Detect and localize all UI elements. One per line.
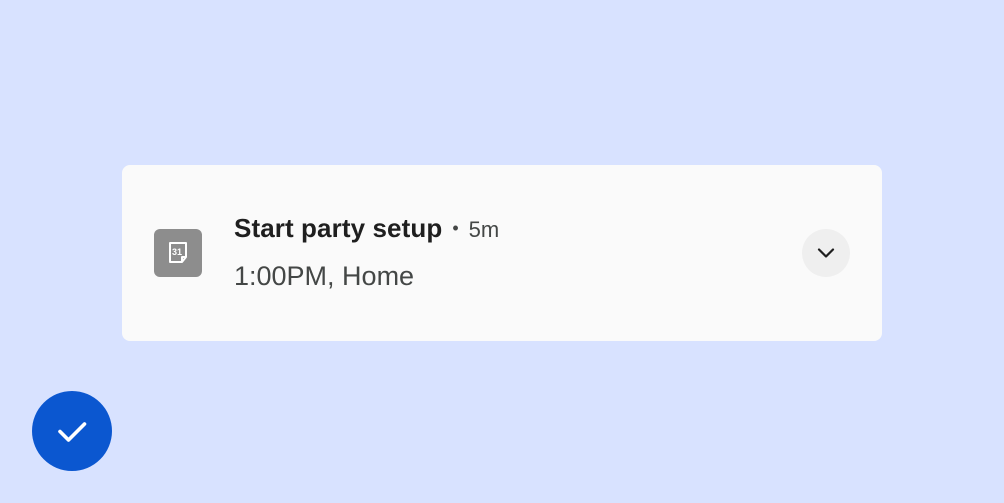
notification-body: 1:00PM, Home — [234, 261, 415, 291]
calendar-icon: 31 — [154, 229, 202, 277]
notification-title: Start party setup — [234, 213, 443, 243]
expand-button[interactable] — [802, 229, 850, 277]
notification-time: 5m — [468, 217, 500, 242]
notification-card[interactable]: 31 Start party setup • 5m 1:00PM, Home — [122, 165, 882, 341]
notification-header: Start party setup • 5m — [234, 213, 499, 244]
chevron-down-icon — [817, 248, 835, 258]
check-icon — [58, 422, 87, 442]
check-button[interactable] — [32, 391, 112, 471]
header-separator: • — [452, 218, 459, 238]
calendar-day-number: 31 — [172, 247, 182, 257]
